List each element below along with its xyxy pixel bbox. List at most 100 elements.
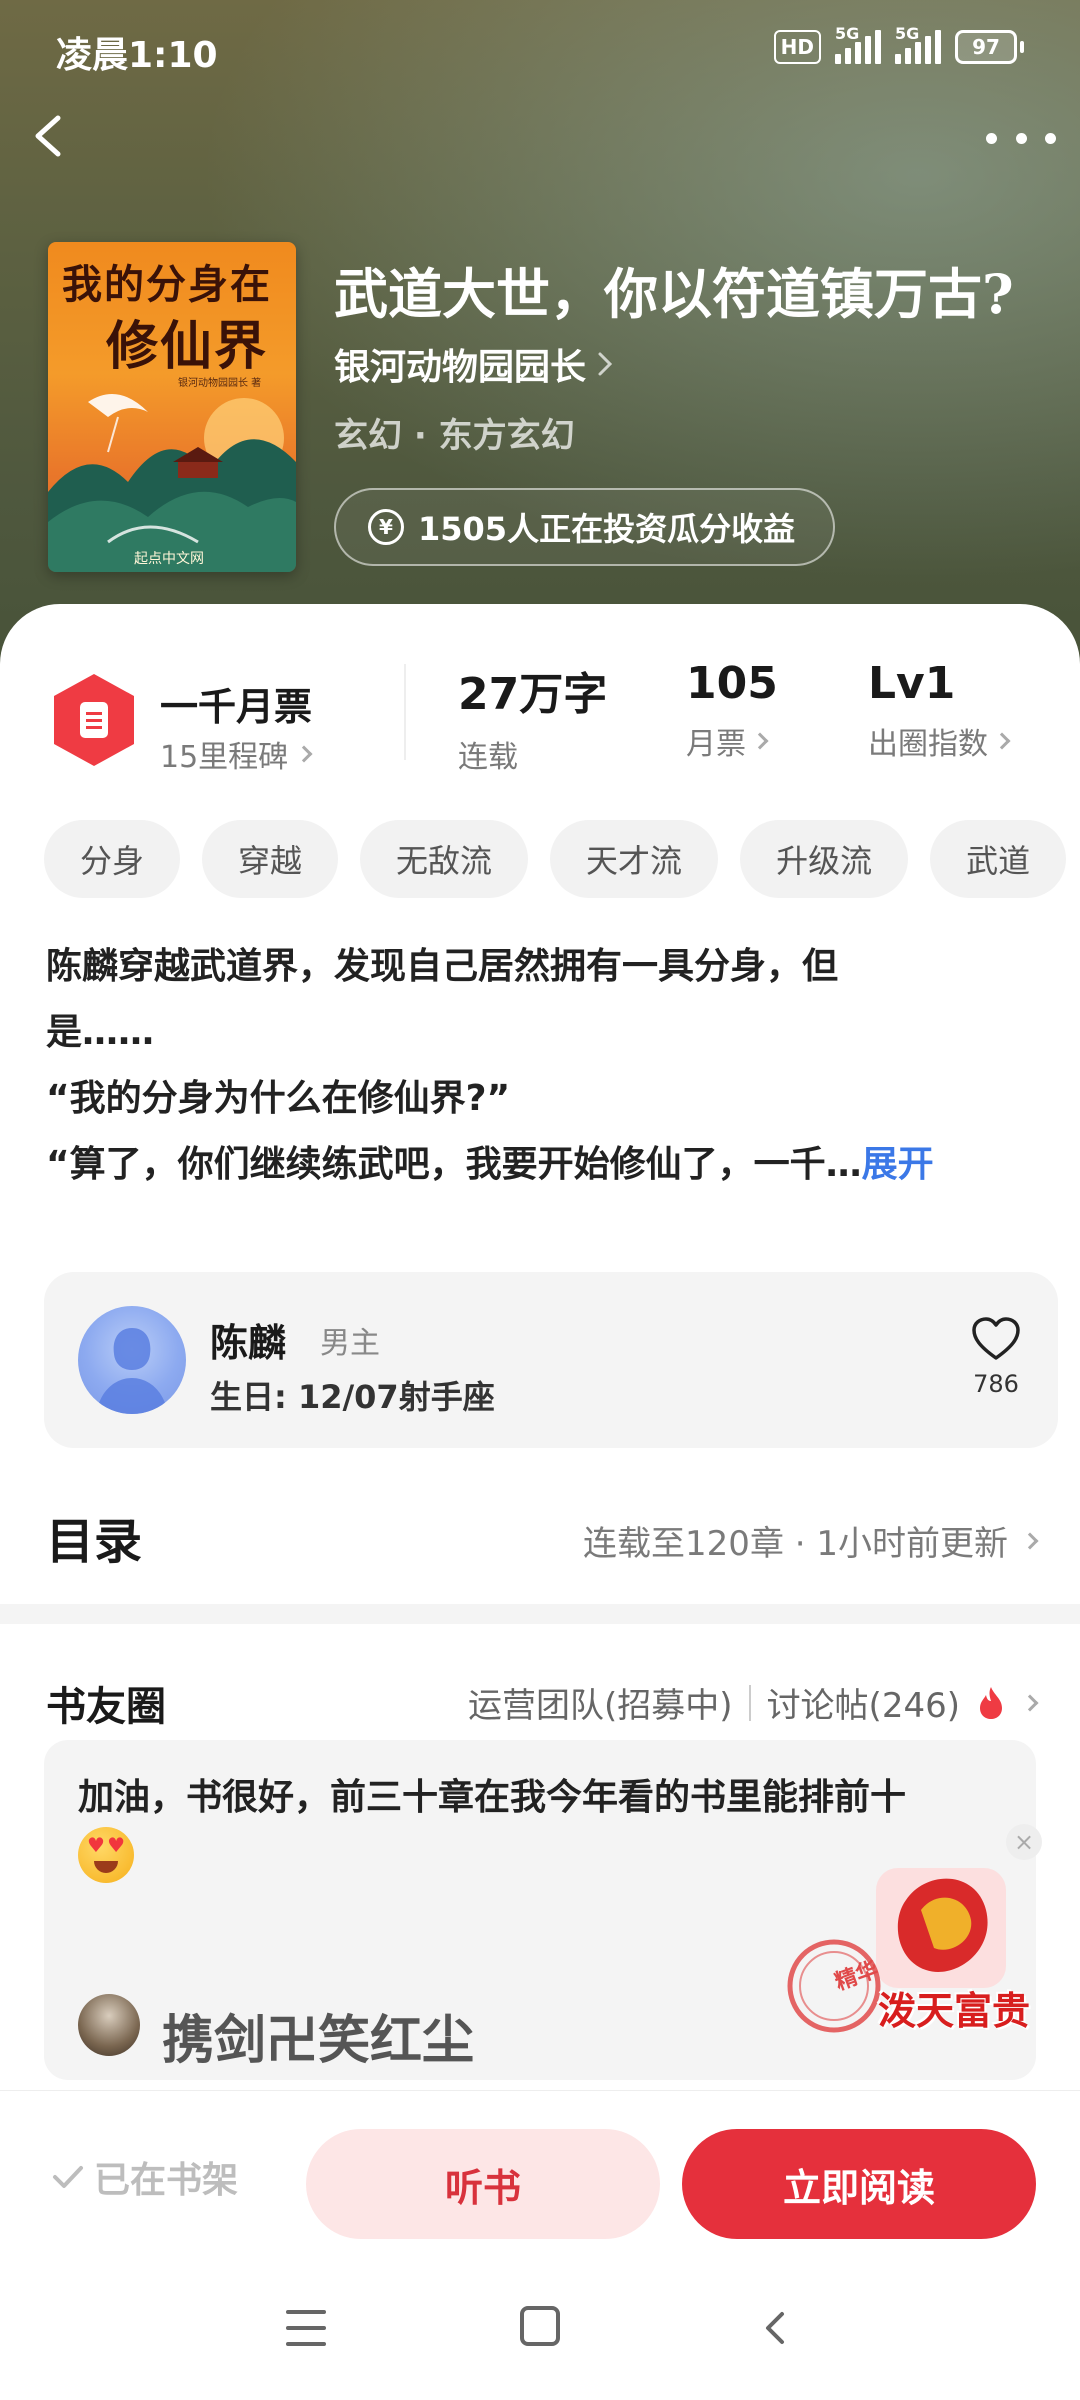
monthly-ticket-label-row: 月票 <box>686 719 778 763</box>
in-bookshelf-label: 已在书架 <box>94 2160 239 2201</box>
monthly-ticket-count: 105 <box>686 658 778 709</box>
chevron-left-icon <box>35 115 61 157</box>
book-header: 凌晨1:10 HD 5G 5G 97 我的分身在 修仙界 银河动物园园长 著 起… <box>0 0 1080 700</box>
breakout-index-stat[interactable]: Lv1 出圈指数 <box>868 658 1011 763</box>
character-birthday: 生日: 12/07射手座 <box>210 1378 495 1416</box>
description-line: 陈麟穿越武道界，发现自己居然拥有一具分身，但 <box>46 946 839 987</box>
book-detail-card: 一千月票 15里程碑 27万字 连载 105 月票 Lv1 出圈指数 分身 穿越… <box>0 604 1080 2104</box>
featured-post[interactable]: 加油，书很好，前三十章在我今年看的书里能排前十 携剑卍笑红尘 × 精华 泼天富贵 <box>44 1740 1042 2080</box>
reader-circle-links: 运营团队(招募中) 讨论帖(246) <box>468 1678 1039 1727</box>
like-button[interactable]: 786 <box>968 1316 1024 1398</box>
poster-avatar[interactable] <box>78 1994 140 2056</box>
divider <box>404 664 406 760</box>
book-title: 武道大世，你以符道镇万古? <box>334 262 1014 326</box>
milestone-label: 15里程碑 <box>160 740 289 775</box>
cover-title-line1: 我的分身在 <box>62 261 272 308</box>
invest-button[interactable]: ¥ 1505人正在投资瓜分收益 <box>334 488 836 566</box>
signal-icon-2: 5G <box>895 24 941 64</box>
tag-chip[interactable]: 天才流 <box>550 820 719 898</box>
book-cover[interactable]: 我的分身在 修仙界 银河动物园园长 著 起点中文网 <box>48 242 296 572</box>
network-label: 5G <box>835 24 860 43</box>
chevron-right-icon <box>598 352 613 376</box>
post-content: 加油，书很好，前三十章在我今年看的书里能排前十 <box>78 1777 907 1818</box>
section-divider <box>0 1604 1080 1624</box>
discussion-link[interactable]: 讨论帖(246) <box>767 1678 960 1727</box>
cover-author: 银河动物园园长 著 <box>178 378 262 389</box>
monthly-ticket-stat[interactable]: 105 月票 <box>686 658 778 763</box>
status-icons: HD 5G 5G 97 <box>773 24 1024 64</box>
monthly-ticket-badge-icon <box>54 674 134 766</box>
author-link[interactable]: 银河动物园园长 <box>334 338 614 390</box>
word-count: 27万字 <box>458 669 608 720</box>
toc-info: 连载至120章 · 1小时前更新 <box>583 1516 1039 1565</box>
tag-chip[interactable]: 分身 <box>44 820 181 898</box>
chevron-right-icon <box>1021 1532 1039 1549</box>
network-label-2: 5G <box>895 24 920 43</box>
fire-icon <box>980 1686 1002 1719</box>
serial-status: 连载 <box>458 740 518 775</box>
description-line: “我的分身为什么在修仙界?” <box>46 1078 511 1119</box>
menu-icon[interactable] <box>286 2310 326 2346</box>
book-genre: 玄幻 · 东方玄幻 <box>334 416 575 456</box>
check-icon <box>53 2166 83 2188</box>
description-line: “算了，你们继续练武吧，我要开始修仙了，一千… <box>46 1144 862 1185</box>
stats-row: 一千月票 15里程碑 27万字 连载 105 月票 Lv1 出圈指数 <box>0 658 1080 775</box>
reader-circle-title: 书友圈 <box>46 1684 166 1730</box>
cover-title-line2: 修仙界 <box>106 316 269 377</box>
character-name: 陈麟 <box>210 1321 287 1365</box>
tag-chip[interactable]: 穿越 <box>202 820 339 898</box>
chevron-right-icon <box>1021 1694 1039 1711</box>
cover-publisher: 起点中文网 <box>134 551 204 567</box>
battery-icon: 97 <box>955 30 1024 64</box>
ops-team-link[interactable]: 运营团队(招募中) <box>468 1678 733 1727</box>
monthly-ticket-label: 月票 <box>686 727 746 762</box>
milestone-link[interactable]: 15里程碑 <box>160 732 313 776</box>
breakout-label-row: 出圈指数 <box>868 719 1011 763</box>
word-count-stat: 27万字 连载 <box>458 658 607 776</box>
battery-level: 97 <box>955 30 1017 64</box>
more-options-icon[interactable] <box>986 118 1056 158</box>
home-square-icon[interactable] <box>520 2306 560 2346</box>
status-bar: 凌晨1:10 HD 5G 5G 97 <box>56 22 1024 78</box>
hd-icon: HD <box>773 30 821 64</box>
ticket-title[interactable]: 一千月票 <box>160 676 312 731</box>
listen-button[interactable]: 听书 <box>306 2129 660 2239</box>
invest-label: 1505人正在投资瓜分收益 <box>418 510 796 548</box>
chevron-right-icon <box>993 732 1011 750</box>
close-icon[interactable]: × <box>1006 1824 1042 1860</box>
poster-name[interactable]: 携剑卍笑红尘 <box>162 1998 474 2073</box>
heart-eyes-emoji-icon <box>78 1827 134 1883</box>
character-card[interactable]: 陈麟 男主 生日: 12/07射手座 786 <box>44 1272 1058 1448</box>
divider <box>748 1684 751 1721</box>
character-role: 男主 <box>320 1326 380 1361</box>
back-triangle-icon[interactable] <box>758 2310 794 2346</box>
status-time: 凌晨1:10 <box>56 35 218 76</box>
description-line: 是…… <box>46 1012 155 1053</box>
tag-chip[interactable]: 升级流 <box>740 820 909 898</box>
character-avatar <box>78 1306 186 1414</box>
read-now-button[interactable]: 立即阅读 <box>682 2129 1036 2239</box>
signal-icon: 5G <box>835 24 881 64</box>
tag-chip[interactable]: 武道 <box>930 820 1067 898</box>
reader-circle-header: 书友圈 运营团队(招募中) 讨论帖(246) <box>46 1674 1039 1734</box>
toc-update-info: 连载至120章 · 1小时前更新 <box>583 1524 1008 1564</box>
stamp-title: 泼天富贵 <box>877 1988 1030 2033</box>
tag-chip[interactable]: 无敌流 <box>360 820 529 898</box>
chevron-right-icon <box>295 745 313 763</box>
expand-link[interactable]: 展开 <box>862 1144 934 1185</box>
back-button[interactable] <box>22 108 78 164</box>
book-description[interactable]: 陈麟穿越武道界，发现自己居然拥有一具分身，但 是…… “我的分身为什么在修仙界?… <box>46 934 1036 1198</box>
tag-list: 分身 穿越 无敌流 天才流 升级流 武道 <box>44 820 1080 900</box>
author-name: 银河动物园园长 <box>334 347 587 388</box>
in-bookshelf-button[interactable]: 已在书架 <box>52 2151 238 2203</box>
system-nav-bar <box>0 2280 1080 2380</box>
breakout-label: 出圈指数 <box>868 727 988 762</box>
person-silhouette-icon <box>96 1328 168 1414</box>
breakout-level: Lv1 <box>868 658 956 709</box>
description-line-last: “算了，你们继续练武吧，我要开始修仙了，一千…展开 <box>46 1132 1036 1198</box>
chevron-right-icon <box>751 732 769 750</box>
yen-icon: ¥ <box>368 509 404 545</box>
bottom-action-bar: 已在书架 听书 立即阅读 <box>0 2090 1080 2240</box>
toc-title: 目录 <box>46 1514 143 1570</box>
table-of-contents-row[interactable]: 目录 连载至120章 · 1小时前更新 <box>46 1494 1039 1574</box>
